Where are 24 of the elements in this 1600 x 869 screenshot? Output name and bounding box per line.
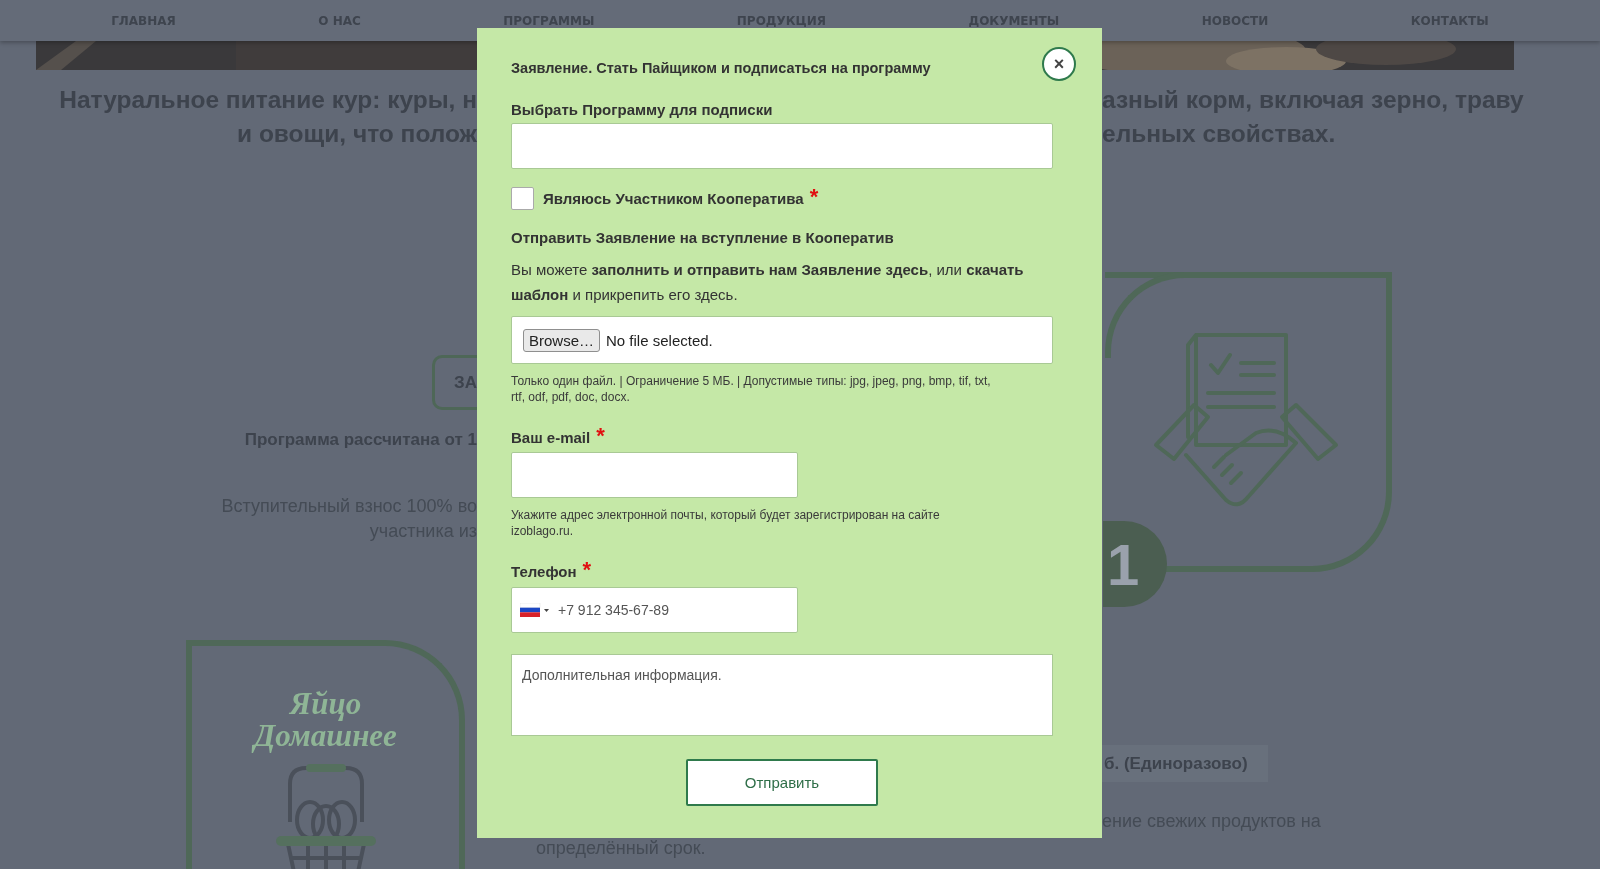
email-hint: Укажите адрес электронной почты, который будет зарегистрирован на сайте izoblago.ru.	[511, 507, 941, 539]
close-button[interactable]: ×	[1042, 47, 1076, 81]
submit-button[interactable]: Отправить	[686, 759, 878, 806]
file-hint: Только один файл. | Ограничение 5 МБ. | Допустимые типы: jpg, jpeg, png, bmp, tif, txt, rtf, odf, pdf, doc, docx.	[511, 373, 992, 405]
phone-input[interactable]: +7 912 345-67-89	[550, 588, 797, 632]
checkbox-label: Являюсь Участником Кооператива	[543, 188, 804, 209]
instruction-text: Вы можете заполнить и отправить нам Заявление здесь, или скачать шаблон и прикрепить его здесь.	[511, 260, 1025, 305]
field-label: Выбрать Программу для подписки	[511, 100, 773, 120]
step-badge: 1	[1103, 521, 1167, 607]
field-label: Телефон	[511, 562, 577, 582]
member-checkbox[interactable]	[511, 187, 534, 210]
logo-text: Яйцо	[289, 688, 362, 720]
required-mark: *	[596, 428, 605, 444]
comment-field[interactable]: Дополнительная информация.	[511, 654, 1053, 736]
dialog-title: Заявление. Стать Пайщиком и подписаться на программу	[511, 59, 932, 78]
required-mark: *	[582, 562, 592, 578]
file-field[interactable]: Browse… No file selected.	[511, 316, 1053, 364]
section-title: Отправить Заявление на вступление в Кооператив	[511, 228, 894, 248]
file-status: No file selected.	[606, 331, 713, 349]
required-mark: *	[809, 188, 819, 205]
field-label: Ваш e-mail	[511, 428, 591, 448]
flag-icon[interactable]	[520, 603, 550, 617]
phone-field[interactable]: +7 912 345-67-89	[511, 587, 798, 633]
browse-button[interactable]: Browse…	[523, 328, 601, 352]
